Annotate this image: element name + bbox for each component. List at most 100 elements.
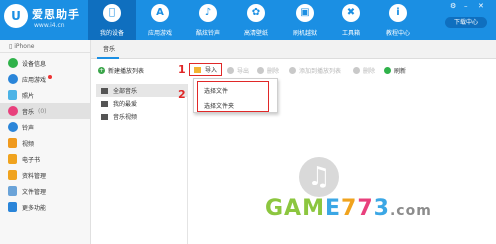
nav-my-device[interactable]:  我的设备 — [88, 0, 136, 40]
remove-icon — [353, 67, 360, 74]
nav-label: 教程中心 — [385, 30, 410, 37]
book-icon — [8, 154, 17, 164]
sidebar-item-file-management[interactable]: 文件管理 — [0, 183, 90, 199]
sidebar-item-apps[interactable]: 应用游戏 — [0, 71, 90, 87]
step-marker-1: 1 — [178, 63, 186, 76]
info-circle-icon — [8, 58, 18, 68]
close-icon[interactable]: ✕ — [478, 2, 484, 10]
music-list-icon — [101, 100, 108, 107]
add-to-playlist-label: 添加到播放列表 — [299, 68, 342, 75]
remove-button[interactable]: 删除 — [353, 66, 375, 75]
wrench-icon: ✖ — [342, 4, 360, 22]
nav-wallpapers[interactable]: ✿ 高清壁纸 — [232, 0, 280, 40]
folder-icon — [8, 186, 17, 196]
sidebar-item-label: 电子书 — [22, 156, 41, 164]
tab-music[interactable]: 音乐 — [103, 44, 115, 53]
import-label: 导入 — [205, 67, 218, 74]
sidebar-item-label: 文件管理 — [22, 188, 47, 196]
sidebar-item-label: 视频 — [22, 140, 35, 148]
export-label: 导出 — [237, 68, 250, 75]
nav-label: 高清壁纸 — [243, 30, 268, 37]
sidebar-item-music[interactable]: 音乐 (0) — [0, 103, 90, 119]
sidebar-item-label: 应用游戏 — [22, 76, 47, 84]
app-store-icon — [8, 74, 18, 84]
new-playlist-label: 新建播放列表 — [108, 68, 145, 75]
app-url: www.i4.cn — [34, 22, 65, 29]
step-marker-2: 2 — [178, 88, 186, 101]
category-label: 音乐视频 — [113, 114, 138, 121]
sidebar-item-more[interactable]: 更多功能 — [0, 199, 90, 215]
document-icon — [8, 170, 17, 180]
nav-apps-games[interactable]: A 应用游戏 — [136, 0, 184, 40]
category-favorites[interactable]: 我的最爱 — [96, 97, 187, 110]
nav-label: 应用游戏 — [147, 30, 172, 37]
bell-icon: ♪ — [199, 4, 217, 22]
apple-icon:  — [103, 4, 121, 22]
nav-label: 刷机越狱 — [292, 30, 317, 37]
info-icon: i — [389, 4, 407, 22]
download-center-button[interactable]: 下载中心 — [445, 17, 487, 28]
category-label: 全部音乐 — [113, 88, 138, 95]
delete-icon — [257, 67, 264, 74]
import-button[interactable]: 导入 — [189, 63, 222, 76]
music-list-icon — [101, 87, 108, 94]
sidebar-item-label: 更多功能 — [22, 204, 47, 212]
top-bar: U 爱思助手 www.i4.cn  我的设备 A 应用游戏 ♪ 酷炫铃声 ✿ … — [0, 0, 496, 40]
sidebar: ▯ iPhone 设备信息 应用游戏 照片 音乐 (0) 铃声 视频 电子书 资… — [0, 40, 91, 244]
nav-toolbox[interactable]: ✖ 工具箱 — [327, 0, 375, 40]
grid-icon — [8, 202, 17, 212]
notification-badge — [48, 75, 53, 79]
sidebar-item-label: 资料管理 — [22, 172, 47, 180]
settings-icon[interactable]: ⚙ — [450, 2, 456, 10]
device-name: ▯ iPhone — [0, 40, 90, 53]
export-button[interactable]: 导出 — [227, 66, 249, 75]
category-music-videos[interactable]: 音乐视频 — [96, 110, 187, 123]
flower-icon: ✿ — [247, 4, 265, 22]
delete-button[interactable]: 删除 — [257, 66, 279, 75]
i4-logo-icon: U — [4, 4, 28, 28]
device-label: iPhone — [14, 43, 35, 50]
app-store-icon: A — [151, 4, 169, 22]
watermark-logo: GAME773.com — [265, 196, 432, 221]
bell-icon — [8, 122, 18, 132]
tab-bar: 音乐 — [91, 40, 496, 59]
folder-icon — [194, 66, 201, 73]
refresh-label: 刷新 — [394, 68, 407, 75]
sidebar-item-photos[interactable]: 照片 — [0, 87, 90, 103]
add-to-playlist-button[interactable]: 添加到播放列表 — [289, 66, 341, 75]
add-to-list-icon — [289, 67, 296, 74]
tab-underline — [97, 57, 119, 59]
sidebar-item-video[interactable]: 视频 — [0, 135, 90, 151]
music-note-icon: ♫ — [299, 157, 339, 197]
sidebar-item-label: 铃声 — [22, 124, 35, 132]
refresh-icon — [384, 67, 391, 74]
refresh-button[interactable]: 刷新 — [384, 66, 406, 75]
sidebar-item-data-management[interactable]: 资料管理 — [0, 167, 90, 183]
music-count: (0) — [38, 107, 47, 115]
category-label: 我的最爱 — [113, 101, 138, 108]
photo-icon — [8, 90, 17, 100]
category-all-music[interactable]: 全部音乐 — [96, 84, 187, 97]
nav-label: 酷炫铃声 — [195, 30, 220, 37]
new-playlist-button[interactable]: + 新建播放列表 — [98, 66, 144, 75]
minimize-icon[interactable]: – — [464, 2, 468, 10]
sidebar-item-ringtones[interactable]: 铃声 — [0, 119, 90, 135]
highlight-frame — [197, 81, 269, 112]
music-list-icon — [101, 113, 108, 120]
sidebar-item-device-info[interactable]: 设备信息 — [0, 55, 90, 71]
plus-icon: + — [98, 67, 105, 74]
music-category-panel: 全部音乐 我的最爱 音乐视频 — [96, 84, 188, 244]
nav-label: 我的设备 — [99, 30, 124, 37]
box-icon: ▣ — [296, 4, 314, 22]
nav-label: 工具箱 — [341, 30, 360, 37]
nav-tutorials[interactable]: i 教程中心 — [374, 0, 422, 40]
nav-ringtones[interactable]: ♪ 酷炫铃声 — [184, 0, 232, 40]
sidebar-item-label: 设备信息 — [22, 60, 47, 68]
sidebar-item-ebooks[interactable]: 电子书 — [0, 151, 90, 167]
video-icon — [8, 138, 17, 148]
music-note-icon — [8, 106, 18, 116]
remove-label: 删除 — [363, 68, 376, 75]
app-title: 爱思助手 — [32, 8, 80, 21]
nav-flash-jailbreak[interactable]: ▣ 刷机越狱 — [281, 0, 329, 40]
sidebar-item-label: 音乐 — [22, 108, 35, 116]
